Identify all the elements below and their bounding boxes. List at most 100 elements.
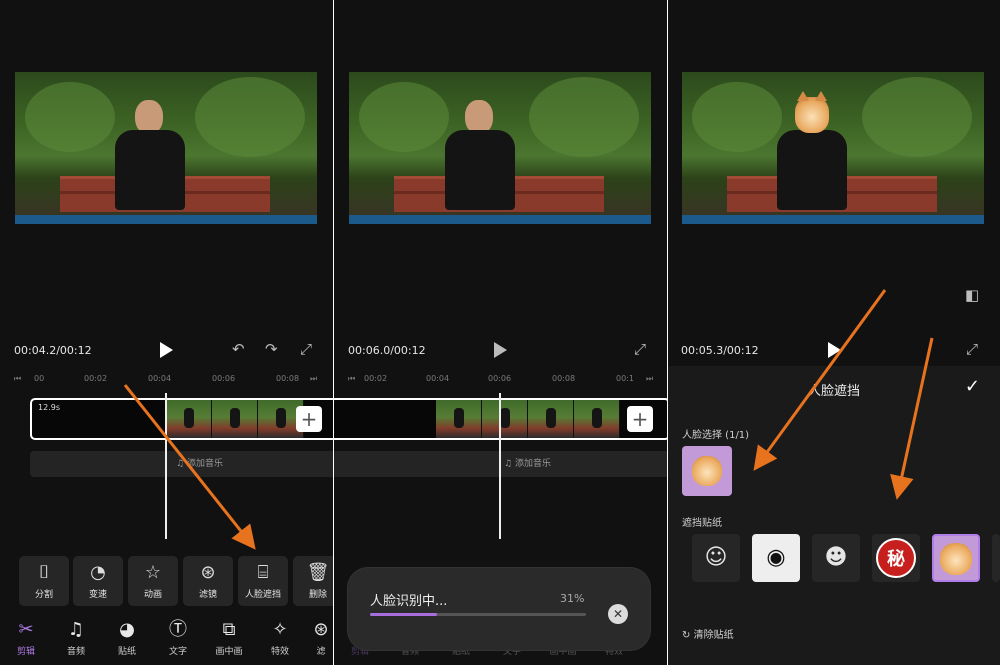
face-detection-progress-dialog: 人脸识别中... 31% ✕ [348,568,650,650]
refresh-icon: ↻ [682,630,691,641]
compare-icon[interactable]: ◧ [965,288,979,303]
nav-text[interactable]: Ⓣ 文字 [156,619,200,658]
ruler-tick: 00:08 [276,374,300,383]
person [115,100,185,210]
clip-duration: 12.9s [38,403,60,412]
timecode: 00:04.2/00:12 [14,344,92,357]
undo-icon[interactable]: ↶ [232,342,245,357]
tool-label: 删除 [308,590,327,600]
video-preview [682,72,984,224]
add-clip-button[interactable]: + [627,406,653,432]
music-note-icon: ♫ [504,459,513,469]
timeline-ruler[interactable]: ⏮ 00:02 00:04 00:06 00:08 00:1 ⏭ [334,372,667,386]
ruler-tick: 00:06 [212,374,236,383]
more-sticker-icon[interactable] [992,534,1000,582]
ruler-tick: 00:08 [552,374,576,383]
filter-icon: ⊛ [313,619,329,640]
video-preview [349,72,651,224]
tool-face-mask[interactable]: ⌸ 人脸遮挡 [238,556,288,606]
tool-label: 滤镜 [198,590,217,600]
scissors-icon: ✂ [18,619,34,640]
foliage [862,77,972,157]
skip-end-icon[interactable]: ⏭ [646,374,653,384]
tool-label: 分割 [34,590,53,600]
ruler-tick: 00:04 [148,374,172,383]
face-mask-icon: ⌸ [257,562,269,583]
news-ticker [349,215,651,224]
speed-icon: ◔ [90,562,106,583]
news-ticker [682,215,984,224]
progress-bar [370,613,586,616]
statue2-sticker-icon[interactable]: ☻ [812,534,860,582]
tool-animation[interactable]: ☆ 动画 [128,556,178,606]
sheet-title: 人脸遮挡 [807,384,860,399]
foliage [25,82,115,152]
add-music-label: 添加音乐 [186,459,223,469]
fullscreen-icon[interactable]: ⤢ [634,342,646,357]
editor-panel-2: 00:06.0/00:12 ⤢ ⏮ 00:02 00:04 00:06 00:0… [334,0,667,665]
video-track[interactable]: 12.9s [30,398,333,440]
add-clip-button[interactable]: + [296,406,322,432]
statue-sticker-icon[interactable]: ☺ [692,534,740,582]
secret-sticker-icon[interactable]: 秘 [872,534,920,582]
foliage [529,77,639,157]
clear-sticker-button[interactable]: ↻ 清除贴纸 [682,626,734,641]
nav-label: 特效 [270,647,289,657]
play-button[interactable] [160,342,173,358]
nav-audio[interactable]: ♫ 音频 [54,620,98,658]
secret-sticker-text: 秘 [876,538,916,578]
nav-effects[interactable]: ✧ 特效 [258,620,302,658]
filter-icon: ⊛ [200,562,216,583]
skip-end-icon[interactable]: ⏭ [310,374,317,384]
nav-sticker[interactable]: ◕ 贴纸 [105,619,149,658]
nav-label: 音频 [66,647,85,657]
panda-sticker-icon[interactable]: ◉ [752,534,800,582]
nav-edit[interactable]: ✂ 剪辑 [4,619,48,658]
playhead[interactable] [165,393,167,539]
sticker-icon: ◕ [119,619,135,640]
play-button[interactable] [828,342,841,358]
pip-icon: ⧉ [222,619,236,640]
ruler-tick: 00:1 [616,374,634,383]
editor-panel-3: ◧ 00:05.3/00:12 ⤢ 人脸遮挡 ✓ 人脸选择 (1/1) 遮挡贴纸… [668,0,1000,665]
timecode: 00:05.3/00:12 [681,344,759,357]
cat-mask-sticker [795,91,829,133]
fullscreen-icon[interactable]: ⤢ [300,342,312,357]
progress-fill [370,613,437,616]
play-button[interactable] [494,342,507,358]
foliage [359,82,449,152]
close-icon[interactable]: ✕ [608,604,628,624]
redo-icon[interactable]: ↷ [265,342,278,357]
nav-label: 文字 [168,647,187,657]
animation-icon: ☆ [144,562,162,583]
music-note-icon: ♫ [176,459,185,469]
cat-sticker-icon[interactable] [932,534,980,582]
skip-start-icon[interactable]: ⏮ [348,374,355,384]
timecode: 00:06.0/00:12 [348,344,426,357]
tool-filter[interactable]: ⊛ 滤镜 [183,556,233,606]
tool-speed[interactable]: ◔ 变速 [73,556,123,606]
confirm-icon[interactable]: ✓ [965,376,980,397]
tool-split[interactable]: ⌷ 分割 [19,556,69,606]
progress-title: 人脸识别中... [370,594,448,609]
skip-start-icon[interactable]: ⏮ [14,374,21,384]
foliage [692,82,782,152]
detected-face-thumbnail[interactable] [682,446,732,496]
text-icon: Ⓣ [169,619,187,640]
fullscreen-icon[interactable]: ⤢ [966,342,978,357]
clip-thumbnail [528,400,574,438]
split-icon: ⌷ [38,562,50,583]
playhead[interactable] [499,393,501,539]
nav-filter[interactable]: ⊛ 滤 [306,619,333,658]
tool-label: 变速 [88,590,107,600]
editor-panel-1: 00:04.2/00:12 ↶ ↷ ⤢ ⏮ 00 00:02 00:04 00:… [0,0,333,665]
progress-percent: 31% [560,592,585,605]
nav-pip[interactable]: ⧉ 画中画 [207,619,251,658]
nav-label: 剪辑 [16,647,35,657]
tool-delete[interactable]: 🗑 删除 [293,556,333,606]
clip-thumbnail [436,400,482,438]
add-music-track[interactable]: ♫ 添加音乐 [30,451,333,477]
timeline-ruler[interactable]: ⏮ 00 00:02 00:04 00:06 00:08 ⏭ [0,372,333,386]
clip-thumbnail [212,400,258,438]
nav-label: 滤 [316,647,326,657]
